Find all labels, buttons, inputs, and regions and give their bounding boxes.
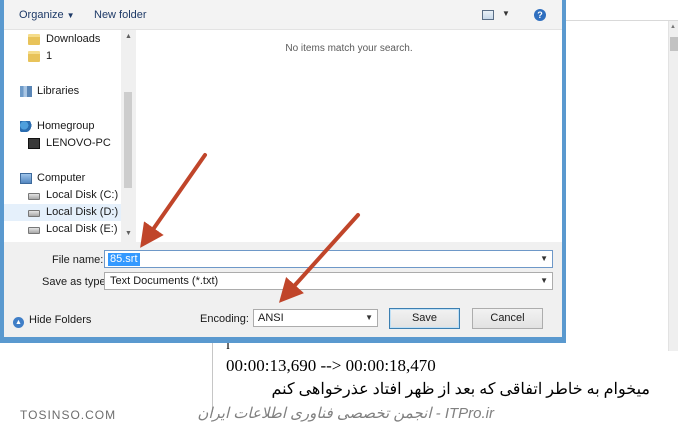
hide-folders-label: Hide Folders	[29, 314, 92, 326]
chevron-down-icon[interactable]: ▼	[540, 254, 548, 263]
subtitle-text: میخوام به خاطر اتفاقی که بعد از ظهر افتا…	[271, 381, 651, 398]
scroll-down-icon[interactable]: ▼	[125, 230, 132, 237]
file-name-input[interactable]: 85.srt ▼	[104, 250, 553, 268]
watermark-itpro: ITPro.ir - انجمن تخصصی فناوری اطلاعات ای…	[197, 405, 494, 422]
nav-item-libraries[interactable]: Libraries	[4, 83, 121, 100]
disk-icon	[28, 210, 40, 217]
scroll-up-icon[interactable]: ▲	[125, 33, 132, 40]
nav-item-lenovo-pc[interactable]: LENOVO-PC	[4, 135, 121, 152]
nav-item-computer[interactable]: Computer	[4, 170, 121, 187]
save-button[interactable]: Save	[389, 308, 460, 329]
organize-button[interactable]: Organize ▼	[19, 9, 75, 21]
computer-icon	[20, 173, 32, 184]
folder-icon	[28, 34, 40, 45]
scroll-up-icon[interactable]: ▲	[670, 24, 676, 30]
navigation-pane: Downloads 1 Libraries Homegroup LENOVO-P…	[4, 30, 135, 242]
background-window-header	[566, 0, 678, 21]
nav-item-label: LENOVO-PC	[46, 137, 111, 149]
nav-item-label: Homegroup	[37, 120, 95, 132]
save-as-type-value: Text Documents (*.txt)	[110, 275, 219, 287]
disk-icon	[28, 227, 40, 234]
organize-label: Organize	[19, 9, 64, 21]
nav-item-label: Local Disk (D:)	[46, 206, 119, 218]
hide-folders-button[interactable]: ▲ Hide Folders	[13, 314, 91, 328]
encoding-label: Encoding:	[200, 313, 249, 325]
encoding-value: ANSI	[258, 312, 284, 324]
dialog-toolbar: Organize ▼ New folder ▼ ?	[4, 0, 562, 30]
nav-item-folder-1[interactable]: 1	[4, 48, 121, 65]
nav-item-label: Downloads	[46, 33, 101, 45]
cancel-button[interactable]: Cancel	[472, 308, 543, 329]
subtitle-timestamp: 00:00:13,690 --> 00:00:18,470	[226, 356, 436, 375]
nav-item-label: Computer	[37, 172, 86, 184]
background-text-area[interactable]	[212, 342, 668, 412]
file-name-label: File name:	[52, 254, 104, 266]
save-as-type-label: Save as type:	[42, 276, 109, 288]
chevron-down-icon: ▼	[66, 11, 75, 20]
disk-icon	[28, 193, 40, 200]
chevron-down-icon[interactable]: ▼	[365, 313, 373, 322]
view-options-chevron-icon[interactable]: ▼	[502, 9, 510, 18]
nav-scrollbar[interactable]: ▲ ▼	[121, 30, 135, 242]
empty-results-message: No items match your search.	[285, 43, 413, 54]
file-list-pane[interactable]: No items match your search.	[136, 30, 562, 242]
nav-scroll-thumb[interactable]	[124, 92, 132, 188]
folder-icon	[28, 51, 40, 62]
encoding-select[interactable]: ANSI ▼	[253, 309, 378, 327]
nav-item-label: Libraries	[37, 85, 80, 97]
homegroup-icon	[20, 121, 32, 132]
chevron-up-icon: ▲	[13, 317, 24, 328]
nav-item-label: 1	[46, 50, 53, 62]
nav-item-homegroup[interactable]: Homegroup	[4, 118, 121, 135]
save-as-dialog: Organize ▼ New folder ▼ ? Downloads 1 Lib…	[0, 0, 566, 343]
nav-item-disk-d[interactable]: Local Disk (D:)	[4, 204, 121, 221]
nav-item-disk-e[interactable]: Local Disk (E:)	[4, 221, 121, 238]
file-name-value[interactable]: 85.srt	[108, 253, 140, 266]
nav-item-downloads[interactable]: Downloads	[4, 31, 121, 48]
scroll-thumb[interactable]	[670, 37, 678, 51]
change-view-icon[interactable]	[482, 10, 494, 20]
background-scrollbar[interactable]: ▲	[668, 21, 678, 351]
nav-item-disk-c[interactable]: Local Disk (C:)	[4, 187, 121, 204]
chevron-down-icon[interactable]: ▼	[540, 276, 548, 285]
save-as-type-select[interactable]: Text Documents (*.txt) ▼	[104, 272, 553, 290]
new-folder-button[interactable]: New folder	[94, 9, 147, 21]
nav-item-label: Local Disk (C:)	[46, 189, 119, 201]
help-icon[interactable]: ?	[534, 9, 546, 21]
pc-icon	[28, 138, 40, 149]
watermark-tosinso: TOSINSO.COM	[20, 408, 117, 422]
libraries-icon	[20, 86, 32, 97]
nav-item-label: Local Disk (E:)	[46, 223, 118, 235]
